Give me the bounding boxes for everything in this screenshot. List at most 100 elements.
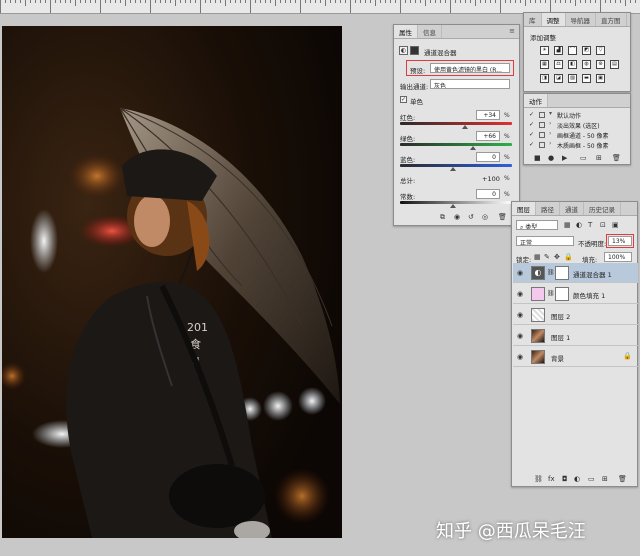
action-row[interactable]: ✓ › 画框通道 - 50 像素 [527,130,635,140]
constant-slider-track[interactable] [400,201,512,204]
filter-smart-icon[interactable]: ▣ [612,221,619,229]
mask-icon[interactable] [410,46,419,55]
new-group-icon[interactable]: ▭ [588,475,595,483]
hue-saturation-icon[interactable]: ▦ [540,60,549,69]
blue-value-field[interactable]: 0 [476,152,500,162]
mask-thumbnail[interactable] [555,287,569,301]
check-icon[interactable]: ✓ [529,131,534,138]
green-slider-track[interactable] [400,143,512,146]
tab-layers[interactable]: 图层 [512,202,536,215]
record-icon[interactable]: ● [548,154,554,162]
constant-value-field[interactable]: 0 [476,189,500,199]
expand-icon[interactable]: › [549,120,551,127]
filter-shape-icon[interactable]: ⊡ [600,221,606,229]
visibility-icon[interactable]: ◎ [482,213,488,221]
lock-all-icon[interactable]: 🔒 [564,253,573,261]
red-slider-thumb[interactable] [462,125,468,129]
color-lookup-icon[interactable]: ▤ [610,60,619,69]
visibility-eye-icon[interactable]: ◉ [517,290,523,298]
blue-slider-track[interactable] [400,164,512,167]
tab-adjustments[interactable]: 调整 [541,13,566,26]
action-row[interactable]: ✓ › 淡出效果 (选区) [527,120,635,130]
new-layer-icon[interactable]: ⊞ [602,475,608,483]
action-row[interactable]: ✓ ▾ 默认动作 [527,110,635,120]
filter-type-icon[interactable]: T [588,221,592,229]
delete-layer-icon[interactable]: 🗑 [618,475,627,483]
monochrome-checkbox[interactable]: ✓ [400,96,407,103]
blend-mode-dropdown[interactable]: 正常 [516,236,574,246]
filter-pixel-icon[interactable]: ▦ [564,221,571,229]
add-mask-icon[interactable]: ◘ [562,475,568,483]
threshold-icon[interactable]: ▨ [568,74,577,83]
new-set-icon[interactable]: ▭ [580,154,587,162]
check-icon[interactable]: ✓ [529,121,534,128]
tab-channels[interactable]: 通道 [560,202,584,215]
panel-menu-icon[interactable]: ≡ [505,25,519,38]
black-white-icon[interactable]: ◧ [568,60,577,69]
filter-adjustment-icon[interactable]: ◐ [576,221,582,229]
green-slider-thumb[interactable] [470,146,476,150]
delete-action-icon[interactable]: 🗑 [612,154,621,162]
tab-history[interactable]: 历史记录 [584,202,621,215]
lock-transparent-icon[interactable]: ▦ [534,253,541,261]
dialog-toggle-icon[interactable] [539,142,545,148]
mask-thumbnail[interactable] [555,266,569,280]
layer-row[interactable]: ◉ ⛓ 颜色填充 1 [513,284,638,304]
fill-field[interactable]: 100% [604,252,632,262]
tab-properties[interactable]: 属性 [394,25,418,38]
expand-icon[interactable]: ▾ [549,110,552,117]
tab-navigator[interactable]: 导航器 [566,13,596,26]
view-previous-icon[interactable]: ◉ [454,213,460,221]
selective-color-icon[interactable]: ▣ [596,74,605,83]
invert-icon[interactable]: ◨ [540,74,549,83]
new-action-icon[interactable]: ⊞ [596,154,602,162]
tab-histogram[interactable]: 直方图 [596,13,627,26]
stop-icon[interactable]: ■ [534,154,541,162]
layer-row[interactable]: ◉ 图层 1 [513,326,638,346]
tab-paths[interactable]: 路径 [536,202,560,215]
posterize-icon[interactable]: ◪ [554,74,563,83]
action-row[interactable]: ✓ › 木质画框 - 50 像素 [527,140,635,150]
red-slider-track[interactable] [400,122,512,125]
exposure-icon[interactable]: ◩ [582,46,591,55]
dialog-toggle-icon[interactable] [539,112,545,118]
brightness-icon[interactable]: ☀ [540,46,549,55]
new-adjustment-icon[interactable]: ◐ [574,475,580,483]
expand-icon[interactable]: › [549,140,551,147]
fx-icon[interactable]: fx [548,475,555,483]
delete-icon[interactable]: 🗑 [498,213,507,221]
output-channel-dropdown[interactable]: 灰色 [430,79,510,89]
red-value-field[interactable]: +34 [476,110,500,120]
layer-row[interactable]: ◉ 背景 🔒 [513,347,638,367]
tab-actions[interactable]: 动作 [524,94,548,107]
kind-filter-dropdown[interactable]: ⌕ 类型 [516,220,558,230]
visibility-eye-icon[interactable]: ◉ [517,269,523,277]
blue-slider-thumb[interactable] [450,167,456,171]
expand-icon[interactable]: › [549,130,551,137]
check-icon[interactable]: ✓ [529,111,534,118]
dialog-toggle-icon[interactable] [539,132,545,138]
layer-row[interactable]: ◉ ◐ ⛓ 通道混合器 1 [513,263,638,283]
levels-icon[interactable]: ▟ [554,46,563,55]
tab-library[interactable]: 库 [524,13,542,26]
visibility-eye-icon[interactable]: ◉ [517,353,523,361]
clip-to-layer-icon[interactable]: ⧉ [440,213,445,221]
vibrance-icon[interactable]: ▽ [596,46,605,55]
lock-position-icon[interactable]: ✥ [554,253,560,261]
gradient-map-icon[interactable]: ▬ [582,74,591,83]
reset-icon[interactable]: ↺ [468,213,474,221]
color-balance-icon[interactable]: ⚖ [554,60,563,69]
lock-pixels-icon[interactable]: ✎ [544,253,550,261]
visibility-eye-icon[interactable]: ◉ [517,332,523,340]
check-icon[interactable]: ✓ [529,141,534,148]
curves-icon[interactable]: ⌒ [568,46,577,55]
tab-info[interactable]: 信息 [418,25,442,38]
green-value-field[interactable]: +66 [476,131,500,141]
dialog-toggle-icon[interactable] [539,122,545,128]
visibility-eye-icon[interactable]: ◉ [517,311,523,319]
photo-filter-icon[interactable]: ◍ [582,60,591,69]
play-icon[interactable]: ▶ [562,154,567,162]
constant-slider-thumb[interactable] [450,204,456,208]
channel-mixer-icon[interactable]: ⊛ [596,60,605,69]
layer-row[interactable]: ◉ 图层 2 [513,305,638,325]
